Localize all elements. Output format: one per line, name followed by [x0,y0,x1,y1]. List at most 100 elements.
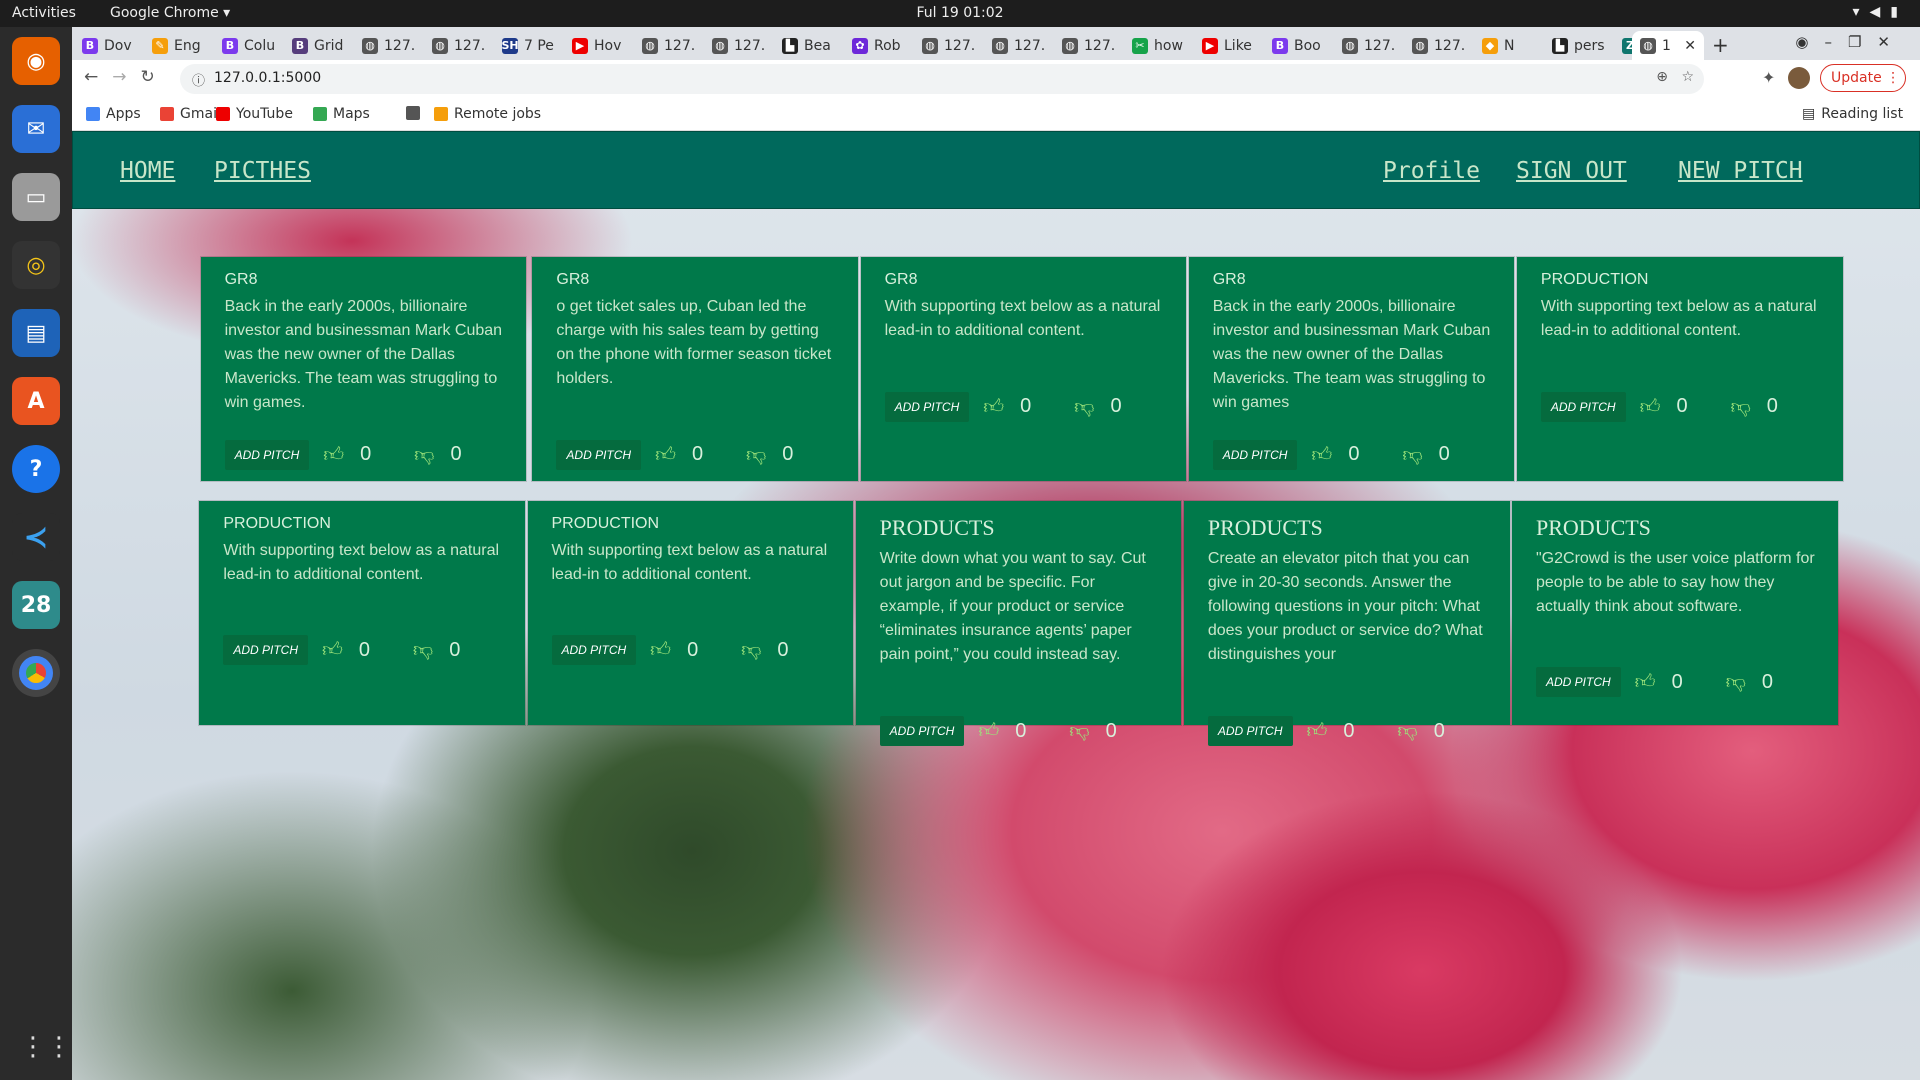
thunderbird-icon[interactable]: ✉ [12,105,60,153]
add-pitch-button[interactable]: ADD PITCH [879,716,965,747]
nav-pitches[interactable]: PICTHES [214,158,311,184]
thumbs-up-icon[interactable]: 👍︎ [1311,443,1332,467]
thumbs-up-icon[interactable]: 👍︎ [323,443,344,467]
tab-19[interactable]: ◍ 127. [1412,31,1478,60]
back-icon[interactable]: ← [84,67,112,87]
add-pitch-button[interactable]: ADD PITCH [884,391,970,422]
tab-15[interactable]: ✂ how [1132,31,1198,60]
thumbs-down-icon[interactable]: 👎︎ [1402,443,1422,467]
restore-icon[interactable]: ❐ [1848,33,1877,51]
add-pitch-button[interactable]: ADD PITCH [223,635,309,666]
tab-13[interactable]: ◍ 127. [992,31,1058,60]
tab-11[interactable]: ✿ Rob [852,31,918,60]
calendar-icon[interactable]: 28 [12,581,60,629]
tab-2[interactable]: B Colu [222,31,288,60]
tab-7[interactable]: ▶ Hov [572,31,638,60]
tab-6[interactable]: SH 7 Pe [502,31,568,60]
clock[interactable]: Ful 19 01:02 [0,5,1920,21]
system-tray[interactable]: ▾◀▮ [1852,4,1908,20]
tab-14[interactable]: ◍ 127. [1062,31,1128,60]
thumbs-down-icon[interactable]: 👎︎ [413,638,433,662]
thumbs-up-icon[interactable]: 👍︎ [1640,395,1661,419]
tab-1[interactable]: ✎ Eng [152,31,218,60]
tab-8[interactable]: ◍ 127. [642,31,708,60]
thumbs-down-icon[interactable]: 👎︎ [741,638,761,662]
tab-3[interactable]: B Grid [292,31,358,60]
thumbs-up-icon[interactable]: 👍︎ [983,395,1004,419]
software-icon[interactable]: A [12,377,60,425]
reading-list-button[interactable]: ▤ Reading list [1802,106,1903,122]
writer-icon[interactable]: ▤ [12,309,60,357]
tab-9[interactable]: ◍ 127. [712,31,778,60]
tab-label: how [1154,37,1183,54]
nav-profile[interactable]: Profile [1383,158,1480,184]
tab-favicon-icon: ◆ [1482,37,1498,54]
add-pitch-button[interactable]: ADD PITCH [1207,716,1293,747]
update-button[interactable]: Update ⋮ [1820,64,1906,92]
help-icon[interactable]: ? [12,445,60,493]
tab-close-icon[interactable]: ✕ [1684,38,1696,54]
tab-20[interactable]: ◆ N [1482,31,1548,60]
bookmark-3[interactable]: Maps [313,106,370,122]
add-pitch-button[interactable]: ADD PITCH [1540,391,1626,422]
firefox-icon[interactable]: ◉ [12,37,60,85]
chrome-icon[interactable] [12,649,60,697]
profile-avatar[interactable] [1788,67,1810,89]
tab-18[interactable]: ◍ 127. [1342,31,1408,60]
thumbs-up-icon[interactable]: 👍︎ [978,719,999,743]
add-pitch-button[interactable]: ADD PITCH [1212,439,1298,470]
zoom-icon[interactable]: ⊕ [1656,69,1668,85]
tab-16[interactable]: ▶ Like [1202,31,1268,60]
tab-12[interactable]: ◍ 127. [922,31,988,60]
thumbs-down-icon[interactable]: 👎︎ [1074,395,1094,419]
thumbs-up-icon[interactable]: 👍︎ [650,638,671,662]
vscode-icon[interactable]: ≺ [12,513,60,561]
thumbs-up-icon[interactable]: 👍︎ [322,638,343,662]
site-info-icon[interactable]: ⓘ [192,70,205,89]
add-pitch-button[interactable]: ADD PITCH [1536,667,1621,698]
thumbs-down-icon[interactable]: 👎︎ [1069,719,1089,743]
bookmark-5[interactable]: Remote jobs [434,106,541,122]
thumbs-down-icon[interactable]: 👎︎ [1730,395,1750,419]
thumbs-down-icon[interactable]: 👎︎ [1726,670,1746,694]
rhythmbox-icon[interactable]: ◎ [12,241,60,289]
nav-home[interactable]: HOME [120,158,175,184]
bookmark-star-icon[interactable]: ☆ [1681,69,1694,85]
dislike-count: 0 [1766,395,1778,418]
nav-new-pitch[interactable]: NEW PITCH [1678,158,1803,184]
nav-sign-out[interactable]: SIGN OUT [1516,158,1627,184]
thumbs-down-icon[interactable]: 👎︎ [414,443,434,467]
add-pitch-button[interactable]: ADD PITCH [551,635,637,666]
tab-search-icon[interactable]: ◉ [1795,33,1824,51]
tab-label: 127. [1084,37,1116,54]
add-pitch-button[interactable]: ADD PITCH [556,439,642,470]
minimize-icon[interactable]: – [1824,33,1848,51]
forward-icon[interactable]: → [112,67,140,87]
thumbs-down-icon[interactable]: 👎︎ [1397,719,1417,743]
thumbs-down-icon[interactable]: 👎︎ [746,443,766,467]
tab-10[interactable]: ▙ Bea [782,31,848,60]
address-bar[interactable]: ⓘ 127.0.0.1:5000 ⊕ ☆ [180,64,1704,94]
bookmark-2[interactable]: YouTube [216,106,293,122]
tab-0[interactable]: B Dov [82,31,148,60]
thumbs-up-icon[interactable]: 👍︎ [1307,719,1328,743]
tab-label: Hov [594,37,622,54]
bookmark-4[interactable] [406,106,426,120]
tab-21[interactable]: ▙ pers [1552,31,1618,60]
tab-favicon-icon: ◍ [922,37,938,54]
close-window-icon[interactable]: ✕ [1877,33,1906,51]
bookmark-0[interactable]: Apps [86,106,141,122]
bookmark-1[interactable]: Gmail [160,106,221,122]
extensions-icon[interactable]: ✦ [1762,68,1775,87]
tab-17[interactable]: B Boo [1272,31,1338,60]
like-count: 0 [1676,395,1688,418]
new-tab-button[interactable]: + [1712,33,1729,57]
add-pitch-button[interactable]: ADD PITCH [224,439,310,470]
tab-4[interactable]: ◍ 127. [362,31,428,60]
reload-icon[interactable]: ↻ [141,67,169,87]
thumbs-up-icon[interactable]: 👍︎ [655,443,676,467]
tab-5[interactable]: ◍ 127. [432,31,498,60]
thumbs-up-icon[interactable]: 👍︎ [1635,670,1656,694]
files-icon[interactable]: ▭ [12,173,60,221]
tab-23[interactable]: ◍ 1 ✕ [1632,31,1704,60]
